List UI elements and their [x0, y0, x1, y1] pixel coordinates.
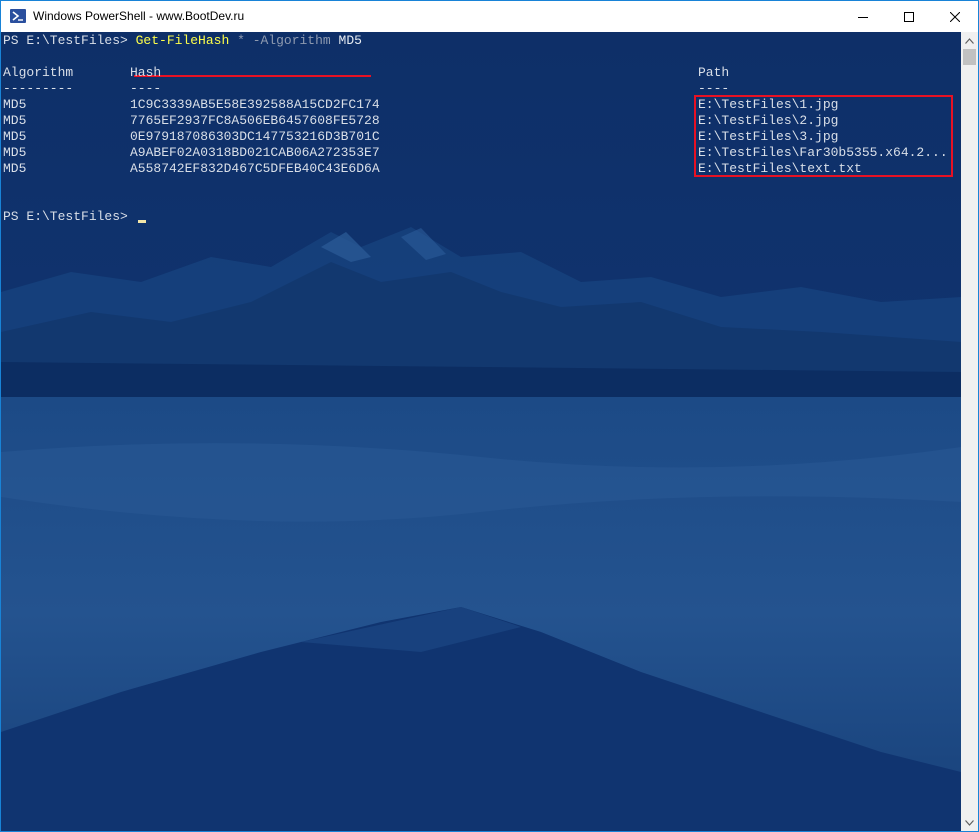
final-prompt-line[interactable]: PS E:\TestFiles>: [3, 209, 136, 225]
console-area[interactable]: PS E:\TestFiles> Get-FileHash * -Algorit…: [1, 32, 961, 831]
table-row: MD5 1C9C3339AB5E58E392588A15CD2FC174 E:\…: [3, 97, 953, 113]
separator-hash: ----: [130, 81, 162, 96]
header-path: Path: [698, 65, 730, 80]
row-hash: A558742EF832D467C5DFEB40C43E6D6A: [130, 161, 380, 176]
table-row: MD5 0E979187086303DC147753216D3B701C E:\…: [3, 129, 953, 145]
cmdlet-parameter-value: MD5: [338, 33, 362, 48]
scroll-up-button[interactable]: [961, 32, 978, 49]
powershell-window: Windows PowerShell - www.BootDev.ru PS E…: [0, 0, 979, 832]
prompt-text: PS E:\TestFiles>: [3, 209, 136, 224]
table-row: MD5 A9ABEF02A0318BD021CAB06A272353E7 E:\…: [3, 145, 953, 161]
row-hash: 1C9C3339AB5E58E392588A15CD2FC174: [130, 97, 380, 112]
row-path: E:\TestFiles\text.txt: [698, 161, 862, 176]
command-line: PS E:\TestFiles> Get-FileHash * -Algorit…: [3, 33, 362, 49]
cmdlet-parameter: -Algorithm: [252, 33, 331, 48]
row-path: E:\TestFiles\3.jpg: [698, 129, 839, 144]
separator-algorithm: ---------: [3, 81, 74, 96]
text-cursor: [138, 220, 146, 223]
minimize-icon: [858, 16, 868, 18]
cmdlet-argument: *: [237, 33, 245, 48]
table-row: MD5 A558742EF832D467C5DFEB40C43E6D6A E:\…: [3, 161, 953, 177]
row-hash: 7765EF2937FC8A506EB6457608FE5728: [130, 113, 380, 128]
table-row: MD5 7765EF2937FC8A506EB6457608FE5728 E:\…: [3, 113, 953, 129]
maximize-button[interactable]: [886, 1, 932, 32]
row-algorithm: MD5: [3, 129, 27, 144]
maximize-icon: [904, 11, 914, 22]
window-title: Windows PowerShell - www.BootDev.ru: [33, 9, 245, 23]
row-path: E:\TestFiles\2.jpg: [698, 113, 839, 128]
row-algorithm: MD5: [3, 97, 27, 112]
vertical-scrollbar[interactable]: [961, 32, 978, 831]
row-algorithm: MD5: [3, 145, 27, 160]
scroll-down-button[interactable]: [961, 814, 978, 831]
chevron-up-icon: [965, 37, 974, 44]
close-button[interactable]: [932, 1, 978, 32]
scroll-thumb[interactable]: [963, 49, 976, 65]
powershell-icon[interactable]: [10, 9, 26, 23]
separator-path: ----: [698, 81, 730, 96]
close-icon: [950, 11, 960, 22]
row-algorithm: MD5: [3, 161, 27, 176]
table-header-row: Algorithm Hash Path: [3, 65, 953, 81]
header-hash: Hash: [130, 65, 162, 80]
prompt-text: PS E:\TestFiles>: [3, 33, 136, 48]
row-path: E:\TestFiles\1.jpg: [698, 97, 839, 112]
row-algorithm: MD5: [3, 113, 27, 128]
header-algorithm: Algorithm: [3, 65, 74, 80]
chevron-down-icon: [965, 819, 974, 826]
minimize-button[interactable]: [840, 1, 886, 32]
title-bar[interactable]: Windows PowerShell - www.BootDev.ru: [1, 1, 978, 32]
row-path: E:\TestFiles\Far30b5355.x64.2...: [698, 145, 948, 160]
row-hash: 0E979187086303DC147753216D3B701C: [130, 129, 380, 144]
row-hash: A9ABEF02A0318BD021CAB06A272353E7: [130, 145, 380, 160]
table-separator-row: --------- ---- ----: [3, 81, 953, 97]
cmdlet-name: Get-FileHash: [135, 33, 230, 48]
